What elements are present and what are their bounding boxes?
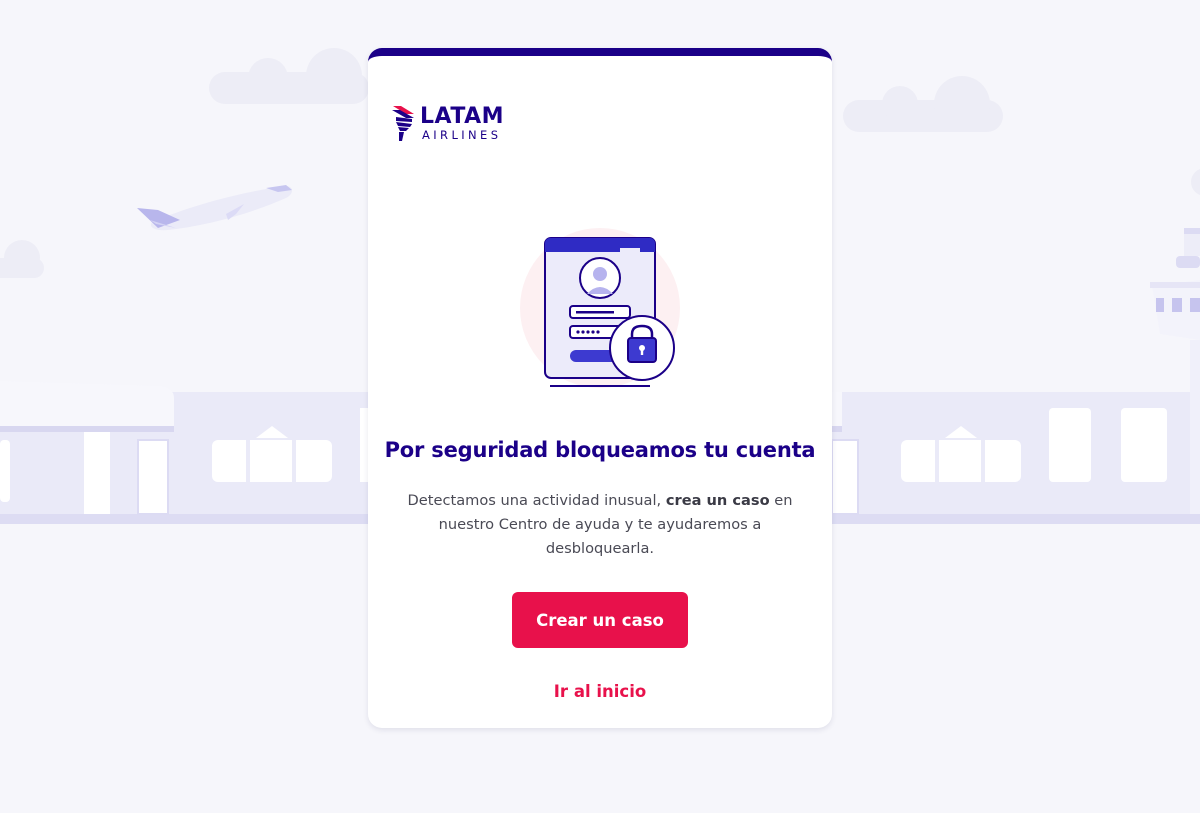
logo-subtitle: AIRLINES: [422, 128, 502, 142]
latam-logo: LATAM AIRLINES: [392, 104, 522, 150]
description-before: Detectamos una actividad inusual,: [407, 492, 666, 509]
cloud-icon: [209, 48, 369, 104]
page-title: Por seguridad bloqueamos tu cuenta: [384, 438, 816, 462]
cloud-icon: [1191, 168, 1200, 196]
airplane-icon: [137, 185, 292, 231]
description-text: Detectamos una actividad inusual, crea u…: [400, 489, 800, 561]
latam-logo-icon: [392, 106, 414, 141]
cloud-icon: [843, 76, 1003, 132]
create-case-button[interactable]: Crear un caso: [512, 592, 688, 648]
account-blocked-card: LATAM AIRLINES Por seguridad bloqueamos …: [368, 48, 832, 728]
locked-account-icon: [520, 228, 690, 398]
description-emphasis: crea un caso: [665, 492, 770, 509]
logo-wordmark: LATAM: [420, 104, 505, 129]
cloud-icon: [0, 240, 44, 278]
go-home-link[interactable]: Ir al inicio: [368, 682, 832, 701]
